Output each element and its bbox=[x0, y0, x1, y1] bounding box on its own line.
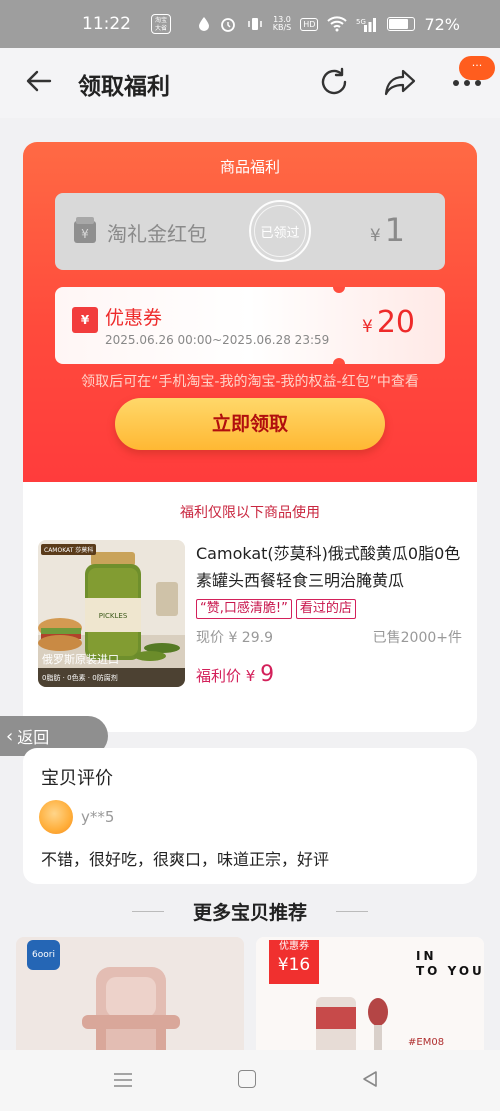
brand-logo: 6oori bbox=[27, 940, 60, 970]
recommend-item[interactable]: 优惠券 ¥16 IN TO YOU #EM08 bbox=[256, 937, 484, 1062]
share-icon[interactable] bbox=[383, 66, 417, 98]
menu-icon[interactable] bbox=[113, 1072, 133, 1088]
coupon-voucher: ¥ 优惠券 2025.06.26 00:00~2025.06.28 23:59 … bbox=[55, 287, 445, 364]
welfare-header-panel: 商品福利 ¥ 淘礼金红包 已领过 ¥1 ¥ 优惠券 2025.06.26 00:… bbox=[23, 142, 477, 482]
gift-name: 淘礼金红包 bbox=[107, 222, 207, 246]
visited-shop-tag[interactable]: 看过的店 bbox=[295, 599, 356, 619]
vibrate-icon bbox=[247, 18, 262, 30]
recommend-item[interactable]: 6oori bbox=[16, 937, 244, 1062]
network-speed: 13.0 KB/S bbox=[272, 15, 292, 32]
alarm-icon bbox=[220, 18, 235, 32]
product-image[interactable]: PICKLES CAMOKAT 莎莫科 俄罗斯原装进口 0脂肪 · 0色素 · … bbox=[38, 540, 185, 687]
product-title[interactable]: Camokat(莎莫科)俄式酸黄瓜0脂0色素罐头西餐轻食三明治腌黄瓜 bbox=[196, 540, 466, 594]
usage-limit-note: 福利仅限以下商品使用 bbox=[180, 505, 320, 521]
brand-tag: CAMOKAT 莎莫科 bbox=[41, 544, 97, 555]
message-badge[interactable]: ··· bbox=[459, 56, 495, 80]
welfare-price: 福利价 ¥ 9 bbox=[196, 662, 275, 687]
divider bbox=[336, 911, 368, 912]
gift-bag-icon: ¥ bbox=[74, 217, 96, 243]
product-tags: “赞,口感清脆!” 看过的店 bbox=[196, 599, 356, 619]
wifi-icon bbox=[327, 16, 348, 32]
coupon-date-range: 2025.06.26 00:00~2025.06.28 23:59 bbox=[105, 333, 330, 347]
coupon-amount: ¥20 bbox=[361, 305, 415, 340]
signal-icon: 5G bbox=[356, 18, 377, 32]
more-recommend-title: 更多宝贝推荐 bbox=[192, 902, 307, 924]
coupon-ribbon: 优惠券 ¥16 bbox=[269, 940, 319, 984]
system-nav-bar bbox=[0, 1050, 500, 1111]
image-caption: 俄罗斯原装进口 bbox=[42, 653, 119, 666]
claim-hint: 领取后可在“手机淘宝-我的淘宝-我的权益-红包”中查看 bbox=[81, 374, 419, 390]
image-features: 0脂肪 · 0色素 · 0防腐剂 bbox=[38, 668, 185, 687]
current-price: 现价 ¥ 29.9 bbox=[196, 630, 273, 646]
coupon-icon: ¥ bbox=[72, 307, 98, 333]
svg-text:¥: ¥ bbox=[81, 227, 89, 241]
nav-bar: 领取福利 ··· bbox=[0, 48, 500, 118]
section-title: 商品福利 bbox=[219, 158, 280, 176]
battery-icon bbox=[387, 17, 416, 31]
review-username: y**5 bbox=[81, 808, 115, 826]
welfare-card: 商品福利 ¥ 淘礼金红包 已领过 ¥1 ¥ 优惠券 2025.06.26 00:… bbox=[23, 142, 477, 732]
battery-percent: 72% bbox=[424, 14, 460, 34]
drop-icon bbox=[198, 17, 209, 31]
back-triangle-icon[interactable] bbox=[360, 1069, 380, 1089]
floating-back-label: 返回 bbox=[17, 728, 50, 747]
status-time: 11:22 bbox=[82, 14, 131, 34]
chevron-left-icon: ‹ bbox=[6, 725, 14, 747]
sold-count: 已售2000+件 bbox=[372, 630, 462, 646]
claim-now-button[interactable]: 立即领取 bbox=[115, 398, 385, 450]
app-notification-icon: 淘宝 大省 bbox=[151, 14, 171, 34]
status-icons: 13.0 KB/S HD 5G 72% bbox=[198, 15, 460, 34]
claimed-stamp: 已领过 bbox=[249, 200, 311, 262]
hd-icon: HD bbox=[300, 17, 319, 31]
svg-text:5G: 5G bbox=[356, 18, 366, 26]
review-text: 不错，很好吃，很爽口，味道正宗，好评 bbox=[41, 850, 330, 869]
review-title: 宝贝评价 bbox=[41, 768, 113, 789]
back-arrow-icon[interactable] bbox=[24, 66, 54, 96]
review-card[interactable]: 宝贝评价 y**5 不错，很好吃，很爽口，味道正宗，好评 bbox=[23, 748, 477, 884]
coupon-name: 优惠券 bbox=[105, 307, 163, 329]
brand-name: IN TO YOU bbox=[416, 949, 484, 978]
product-code: #EM08 bbox=[408, 1037, 445, 1048]
svg-text:PICKLES: PICKLES bbox=[99, 612, 128, 620]
review-tag[interactable]: “赞,口感清脆!” bbox=[196, 599, 292, 619]
status-bar: 11:22 淘宝 大省 13.0 KB/S HD 5G 72% bbox=[0, 0, 500, 48]
refresh-icon[interactable] bbox=[318, 66, 350, 98]
avatar bbox=[39, 800, 73, 834]
gift-amount: ¥1 bbox=[369, 211, 405, 249]
page-title: 领取福利 bbox=[78, 74, 170, 100]
home-icon[interactable] bbox=[238, 1070, 256, 1088]
gift-voucher: ¥ 淘礼金红包 已领过 ¥1 bbox=[55, 193, 445, 270]
